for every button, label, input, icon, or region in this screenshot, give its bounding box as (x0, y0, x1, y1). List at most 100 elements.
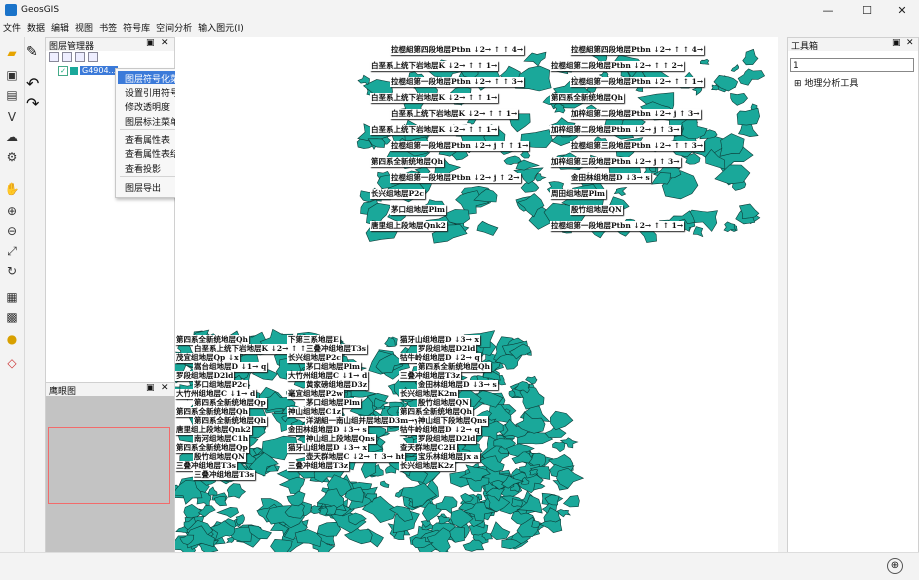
map-layer-icon[interactable]: ▦ (4, 289, 20, 305)
layer-visibility-checkbox[interactable]: ✓ (58, 65, 68, 76)
layer-panel-title: 图层管理器 (49, 42, 95, 52)
add-layer-icon[interactable] (49, 52, 59, 62)
open-folder-icon[interactable]: ▰ (4, 45, 20, 61)
tree-item-geo-analysis[interactable]: ⊞ 地理分析工具 (794, 76, 858, 89)
toolbox-search-input[interactable]: 1 (790, 58, 914, 72)
map-label: 拉棍组第三段地层Ptbn ↓2→ ↑ ↑ 3→ (570, 141, 705, 151)
panel-float-icon[interactable]: ▣ (146, 38, 155, 48)
geology-polygon (520, 150, 531, 159)
geology-polygon (552, 441, 566, 453)
layer-row[interactable]: ✓ G4904... (58, 65, 119, 76)
overview-panel-header: 鹰眼图 ▣ ✕ (46, 383, 174, 397)
geology-polygon (226, 483, 246, 499)
cloud-icon[interactable]: ☁ (4, 129, 20, 145)
map-label: 白垩系上统下岩地层K ↓2→ ↑ ↑ 1→ (370, 93, 499, 103)
geology-polygon (197, 505, 216, 518)
undo-icon[interactable]: ↶ (26, 74, 39, 93)
layer-name[interactable]: G4904... (80, 66, 119, 75)
panel-close-icon[interactable]: ✕ (161, 383, 169, 393)
app-logo-icon (5, 4, 17, 16)
overview-panel-title: 鹰眼图 (49, 387, 77, 397)
geology-polygon (742, 48, 759, 66)
geology-polygon (216, 506, 239, 519)
geology-polygon (380, 480, 390, 489)
globe-icon[interactable]: ⊕ (887, 558, 903, 574)
menu-set-reference-symbol[interactable]: 设置引用符号 (125, 86, 179, 99)
map-label: 拉棍组第一段地层Ptbn ↓2→ ↑ ↑ 1→ (570, 77, 705, 87)
geology-polygon (691, 85, 703, 96)
layer-props-icon[interactable] (88, 52, 98, 62)
menu-labeling[interactable]: 图层标注菜单 (125, 115, 179, 128)
menu-view[interactable]: 视图 (72, 21, 96, 37)
panel-close-icon[interactable]: ✕ (161, 38, 169, 48)
panel-close-icon[interactable]: ✕ (906, 38, 914, 48)
toolbox-panel: 工具箱 ▣ ✕ 1 ⊞ 地理分析工具 (787, 37, 919, 554)
geology-polygon (523, 51, 547, 67)
panel-float-icon[interactable]: ▣ (892, 38, 901, 48)
menu-spatial-analysis[interactable]: 空间分析 (153, 21, 195, 37)
title-bar (0, 0, 919, 21)
select-icon[interactable]: ◇ (4, 355, 20, 371)
geology-polygon (531, 519, 540, 528)
move-layer-icon[interactable] (75, 52, 85, 62)
map-label: 拉棍组第一段地层Ptbn ↓2→ j ↑ 2→ (390, 173, 521, 183)
menu-input-feature[interactable]: 输入图元(I) (195, 21, 247, 37)
menu-edit[interactable]: 编辑 (48, 21, 72, 37)
menu-data[interactable]: 数据 (24, 21, 48, 37)
redo-icon[interactable]: ↷ (26, 94, 39, 113)
map-label: 白垩系上统下岩地层K ↓2→ ↑ ↑ 1→ (370, 125, 499, 135)
map-label: 加梓组第二段地层Ptbn ↓2→ j ↑ 3→ (550, 125, 681, 135)
overview-extent-box[interactable] (48, 427, 170, 504)
refresh-icon[interactable]: ↻ (4, 263, 20, 279)
menu-export-layer[interactable]: 图层导出 (125, 181, 161, 194)
map-label: 加梓组第二段地层Ptbn ↓2→ j ↑ 3→ (570, 109, 701, 119)
geology-polygon (700, 58, 710, 65)
save-as-icon[interactable]: ▤ (4, 87, 20, 103)
geology-polygon (235, 514, 245, 526)
edit-pencil-icon[interactable]: ✎ (26, 44, 38, 60)
minimize-button[interactable]: — (810, 0, 846, 21)
settings-icon[interactable]: ⚙ (4, 149, 20, 165)
toolbox-title: 工具箱 (791, 42, 819, 52)
menu-symbol-library[interactable]: 符号库 (120, 21, 153, 37)
vector-icon[interactable]: V (4, 109, 20, 125)
menu-transparency[interactable]: 修改透明度 (125, 100, 170, 113)
geology-polygon (490, 521, 511, 541)
map-label: 拉棍组第二段地层Ptbn ↓2→ ↑ ↑ 2→ (550, 61, 685, 71)
zoom-in-icon[interactable]: ⊕ (4, 203, 20, 219)
geology-polygon (213, 496, 228, 507)
menu-bookmarks[interactable]: 书签 (96, 21, 120, 37)
geology-polygon (613, 187, 628, 197)
menu-attribute-table[interactable]: 查看属性表 (125, 133, 170, 146)
map-label: 拉棍組第四段地层Ptbn ↓2→ ↑ ↑ 4→ (390, 45, 525, 55)
geology-polygon (529, 468, 539, 476)
full-extent-icon[interactable]: ⤢ (4, 243, 20, 259)
map-label: 加梓组第三段地层Ptbn ↓2→ j ↑ 3→ (550, 157, 681, 167)
map-label: 拉棍组第一段地层Ptbn ↓2→ j ↑ ↑ 1→ (390, 141, 530, 151)
menu-projection[interactable]: 查看投影 (125, 162, 161, 175)
geology-polygon (692, 226, 704, 238)
save-icon[interactable]: ▣ (4, 67, 20, 83)
geology-polygon (207, 486, 218, 496)
geology-polygon (556, 509, 571, 518)
menu-file[interactable]: 文件 (0, 21, 24, 37)
panel-float-icon[interactable]: ▣ (146, 383, 155, 393)
layer-panel-header: 图层管理器 ▣ ✕ (46, 38, 174, 52)
location-pin-icon[interactable]: ● (4, 331, 20, 347)
left-toolbar: ▰ ▣ ▤ V ☁ ⚙ ✋ ⊕ ⊖ ⤢ ↻ ▦ ▩ ● ◇ (0, 37, 25, 579)
geology-polygon (549, 410, 574, 431)
map-canvas[interactable]: 拉棍組第四段地层Ptbn ↓2→ ↑ ↑ 4→ 拉棍組第四段地层Ptbn ↓2→ … (175, 37, 778, 552)
overview-map-panel: 鹰眼图 ▣ ✕ (45, 382, 175, 554)
grid-icon[interactable]: ▩ (4, 309, 20, 325)
map-label: 白垩系上统下岩地层K ↓2→ ↑ ↑ 1→ (390, 109, 519, 119)
geology-polygon (508, 390, 516, 398)
geology-polygon (563, 495, 580, 508)
remove-layer-icon[interactable] (62, 52, 72, 62)
map-label: 拉棍组第一段地层Ptbn ↓2→ ↑ ↑ 1→ (550, 221, 685, 231)
pan-hand-icon[interactable]: ✋ (4, 181, 20, 197)
map-label: 长兴组地层P2c (370, 189, 425, 199)
maximize-button[interactable]: ☐ (849, 0, 885, 21)
zoom-out-icon[interactable]: ⊖ (4, 223, 20, 239)
tree-expand-icon[interactable]: ⊞ (794, 79, 802, 89)
close-button[interactable]: ✕ (884, 0, 919, 21)
